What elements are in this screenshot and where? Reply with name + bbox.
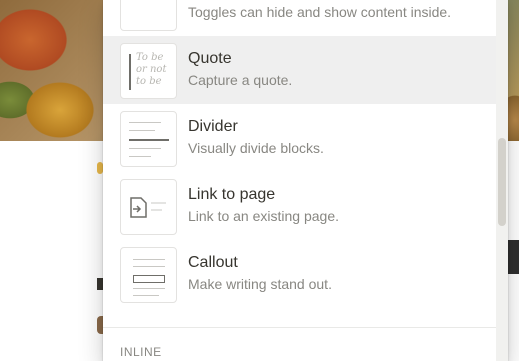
menu-item-callout[interactable]: Callout Make writing stand out. xyxy=(103,240,496,308)
menu-item-description: Toggles can hide and show content inside… xyxy=(188,4,452,20)
section-label-inline: INLINE xyxy=(120,345,162,359)
menu-item-toggle-list[interactable]: Toggles can hide and show content inside… xyxy=(103,0,496,36)
menu-divider xyxy=(103,327,496,328)
callout-icon xyxy=(120,247,177,303)
menu-item-description: Make writing stand out. xyxy=(188,276,332,292)
divider-icon xyxy=(120,111,177,167)
link-to-page-icon xyxy=(120,179,177,235)
quote-icon: To be or not to be xyxy=(120,43,177,99)
menu-item-quote[interactable]: To be or not to be Quote Capture a quote… xyxy=(103,36,496,104)
menu-item-description: Link to an existing page. xyxy=(188,208,339,224)
menu-scrollbar[interactable] xyxy=(496,0,508,361)
page-element-fragment xyxy=(508,240,519,274)
menu-item-description: Capture a quote. xyxy=(188,72,293,88)
scrollbar-thumb[interactable] xyxy=(498,138,506,226)
menu-item-title: Divider xyxy=(188,118,238,135)
toggle-list-icon xyxy=(120,0,177,31)
menu-item-divider[interactable]: Divider Visually divide blocks. xyxy=(103,104,496,172)
block-type-menu: Toggles can hide and show content inside… xyxy=(103,0,508,361)
menu-item-title: Link to page xyxy=(188,186,276,203)
menu-item-link-to-page[interactable]: Link to page Link to an existing page. xyxy=(103,172,496,240)
menu-item-title: Callout xyxy=(188,254,238,271)
menu-item-title: Quote xyxy=(188,50,232,67)
quote-preview-text: To be or not to be xyxy=(136,52,167,87)
menu-item-description: Visually divide blocks. xyxy=(188,140,324,156)
